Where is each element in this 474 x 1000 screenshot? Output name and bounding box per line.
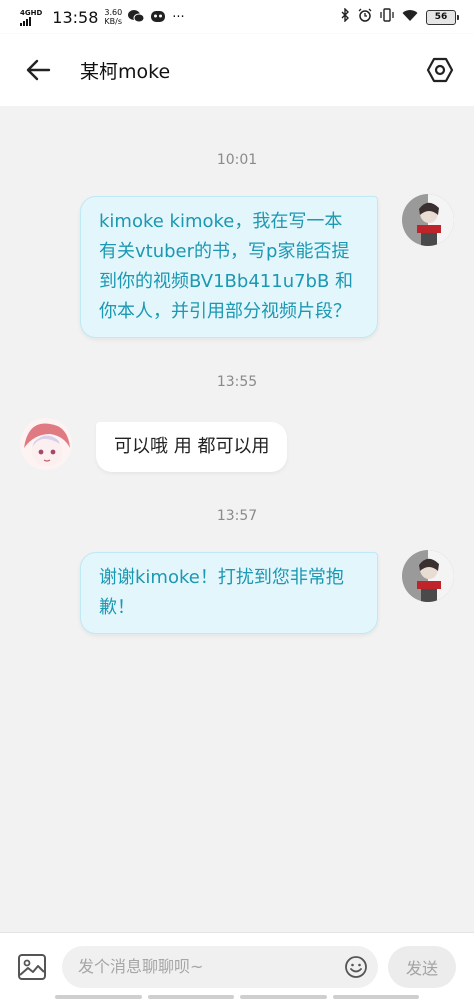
message-timestamp: 13:55 xyxy=(216,374,258,390)
message-input-wrapper xyxy=(62,945,378,988)
alarm-icon xyxy=(358,8,372,26)
outgoing-message[interactable]: kimoke kimoke，我在写一本有关vtuber的书，写p家能否提到你的视… xyxy=(80,196,378,338)
gear-icon xyxy=(426,57,454,83)
message-input[interactable] xyxy=(78,957,328,976)
speed-unit: KB/s xyxy=(104,17,123,26)
speed-value: 3.60 xyxy=(104,8,123,17)
chat-area[interactable]: 10:01 kimoke kimoke，我在写一本有关vtuber的书，写p家能… xyxy=(0,106,474,932)
network-type: 4GHD xyxy=(20,8,43,17)
send-button[interactable]: 发送 xyxy=(388,945,456,988)
wechat-icon xyxy=(128,9,145,26)
network-speed: 3.60 KB/s xyxy=(104,8,122,26)
my-avatar[interactable] xyxy=(402,550,454,602)
status-time: 13:58 xyxy=(52,7,99,27)
status-bar: 4GHD 13:58 3.60 KB/s ··· 56 xyxy=(0,0,474,34)
wifi-icon xyxy=(402,9,418,26)
my-avatar[interactable] xyxy=(402,194,454,246)
image-picker-button[interactable] xyxy=(12,947,52,987)
more-icon: ··· xyxy=(172,9,185,25)
composer-bar: 发送 xyxy=(0,932,474,1000)
status-left: 4GHD 13:58 3.60 KB/s ··· xyxy=(20,8,185,27)
home-indicator xyxy=(55,995,419,999)
page-title: 某柯moke xyxy=(80,60,171,83)
incoming-message[interactable]: 可以哦 用 都可以用 xyxy=(96,422,288,472)
image-icon xyxy=(18,953,46,980)
app-notification-icon xyxy=(150,9,166,26)
message-timestamp: 13:57 xyxy=(216,508,258,524)
signal-icon xyxy=(20,16,31,26)
back-button[interactable] xyxy=(10,42,66,98)
back-arrow-icon xyxy=(26,59,51,81)
network-indicator: 4GHD xyxy=(20,9,42,26)
outgoing-message[interactable]: 谢谢kimoke！打扰到您非常抱歉！ xyxy=(80,552,378,634)
chat-header: 某柯moke xyxy=(0,34,474,106)
message-timestamp: 10:01 xyxy=(216,152,258,168)
bluetooth-icon xyxy=(340,7,350,26)
settings-button[interactable] xyxy=(412,42,468,98)
battery-level: 56 xyxy=(434,12,448,22)
status-right: 56 xyxy=(340,7,459,26)
emoji-icon[interactable] xyxy=(344,955,368,979)
contact-avatar[interactable] xyxy=(20,418,72,470)
vibrate-icon xyxy=(380,8,394,26)
battery-icon: 56 xyxy=(426,9,459,25)
